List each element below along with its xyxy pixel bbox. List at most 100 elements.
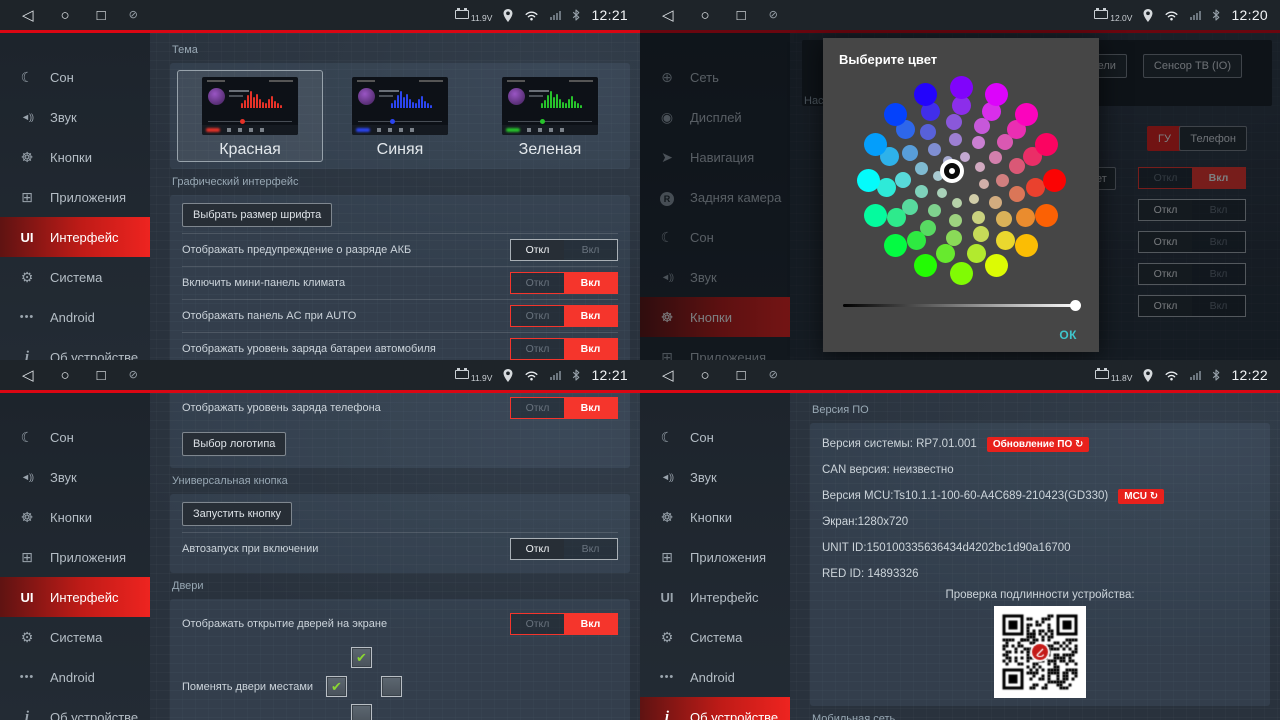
color-dot[interactable] [1043,169,1066,192]
color-dot[interactable] [884,103,907,126]
toggle-off[interactable]: ОтклВкл [510,239,618,261]
update-badge[interactable]: Обновление ПО ↻ [987,437,1090,452]
color-dot[interactable] [989,196,1002,209]
color-dot[interactable] [1009,158,1025,174]
color-dot[interactable] [887,208,906,227]
home-icon[interactable]: ○ [701,368,710,383]
color-dot[interactable] [864,204,887,227]
color-dot[interactable] [1016,208,1035,227]
color-dot[interactable] [1009,186,1025,202]
color-dot[interactable] [979,179,989,189]
sidebar-item-sleep[interactable]: ☾Сон [640,417,790,457]
ok-button[interactable]: ОК [1053,322,1083,344]
sidebar-item-system[interactable]: ⚙Система [640,617,790,657]
theme-card[interactable]: Красная [177,70,323,162]
toggle-on[interactable]: ОтклВкл [510,397,618,419]
toggle-on[interactable]: ОтклВкл [510,613,618,635]
color-dot[interactable] [972,211,985,224]
color-dot[interactable] [985,254,1008,277]
door-right-checkbox[interactable] [381,676,402,697]
update-badge[interactable]: MCU ↻ [1118,489,1164,504]
color-dot[interactable] [946,230,962,246]
sidebar-item-android[interactable]: •••Android [0,297,150,337]
recents-icon[interactable]: □ [97,8,106,23]
door-left-checkbox[interactable]: ✔ [326,676,347,697]
color-dot[interactable] [950,262,973,285]
recents-icon[interactable]: □ [97,368,106,383]
home-icon[interactable]: ○ [61,368,70,383]
home-icon[interactable]: ○ [701,8,710,23]
color-dot[interactable] [950,76,973,99]
sidebar-item-sound[interactable]: ◄))Звук [640,457,790,497]
sidebar-item-about-device[interactable]: iОб устройстве [0,697,150,720]
brightness-slider[interactable] [843,299,1079,311]
color-dot[interactable] [933,171,943,181]
toggle-on[interactable]: ОтклВкл [510,305,618,327]
sidebar-item-ui-interface[interactable]: UIИнтерфейс [0,577,150,617]
color-dot[interactable] [936,244,955,263]
color-dot[interactable] [902,145,918,161]
color-dot[interactable] [996,211,1012,227]
toggle-on[interactable]: ОтклВкл [510,338,618,360]
color-dot[interactable] [975,162,985,172]
sidebar-item-steering-buttons[interactable]: ☸Кнопки [0,137,150,177]
color-dot[interactable] [928,204,941,217]
color-dot[interactable] [996,231,1015,250]
color-dot[interactable] [973,226,989,242]
color-dot[interactable] [895,172,911,188]
color-dot[interactable] [952,198,962,208]
color-dot[interactable] [915,185,928,198]
color-dot[interactable] [907,231,926,250]
color-dot[interactable] [972,136,985,149]
back-icon[interactable]: ◁ [22,8,34,23]
color-dot[interactable] [960,152,970,162]
slider-thumb[interactable] [1070,300,1081,311]
sidebar-item-sound[interactable]: ◄))Звук [0,97,150,137]
selected-color-indicator[interactable] [944,163,960,179]
color-dot[interactable] [915,162,928,175]
sidebar-item-ui-interface[interactable]: UIИнтерфейс [640,577,790,617]
color-dot[interactable] [967,244,986,263]
sidebar-item-steering-buttons[interactable]: ☸Кнопки [640,497,790,537]
quick-app-icon[interactable]: ⊘ [769,370,778,381]
sidebar-item-apps[interactable]: ⊞Приложения [0,177,150,217]
sidebar-item-ui-interface[interactable]: UIИнтерфейс [0,217,150,257]
font-size-button[interactable]: Выбрать размер шрифта [182,203,332,227]
sidebar-item-android[interactable]: •••Android [0,657,150,697]
logo-select-button[interactable]: Выбор логотипа [182,432,286,456]
home-icon[interactable]: ○ [61,8,70,23]
theme-card[interactable]: Зеленая [477,70,623,162]
sidebar-item-about-device[interactable]: iОб устройстве [640,697,790,720]
sidebar-item-sound[interactable]: ◄))Звук [0,457,150,497]
color-wheel[interactable] [846,75,1076,287]
theme-card[interactable]: Синяя [327,70,473,162]
back-icon[interactable]: ◁ [22,368,34,383]
color-dot[interactable] [1015,103,1038,126]
color-dot[interactable] [877,178,896,197]
color-dot[interactable] [996,174,1009,187]
color-dot[interactable] [928,143,941,156]
sidebar-item-apps[interactable]: ⊞Приложения [0,537,150,577]
color-dot[interactable] [884,234,907,257]
color-dot[interactable] [1035,133,1058,156]
door-front-checkbox[interactable]: ✔ [351,647,372,668]
quick-app-icon[interactable]: ⊘ [769,10,778,21]
color-dot[interactable] [949,133,962,146]
sidebar-item-about-device[interactable]: iОб устройстве [0,337,150,360]
recents-icon[interactable]: □ [737,368,746,383]
sidebar-item-steering-buttons[interactable]: ☸Кнопки [0,497,150,537]
color-dot[interactable] [864,133,887,156]
color-dot[interactable] [914,83,937,106]
toggle-off[interactable]: ОтклВкл [510,538,618,560]
color-dot[interactable] [989,151,1002,164]
door-rear-checkbox[interactable] [351,704,372,720]
color-dot[interactable] [937,188,947,198]
run-button[interactable]: Запустить кнопку [182,502,292,526]
color-dot[interactable] [969,194,979,204]
sidebar-item-sleep[interactable]: ☾Сон [0,57,150,97]
sidebar-item-system[interactable]: ⚙Система [0,257,150,297]
color-dot[interactable] [949,214,962,227]
recents-icon[interactable]: □ [737,8,746,23]
color-dot[interactable] [985,83,1008,106]
quick-app-icon[interactable]: ⊘ [129,10,138,21]
